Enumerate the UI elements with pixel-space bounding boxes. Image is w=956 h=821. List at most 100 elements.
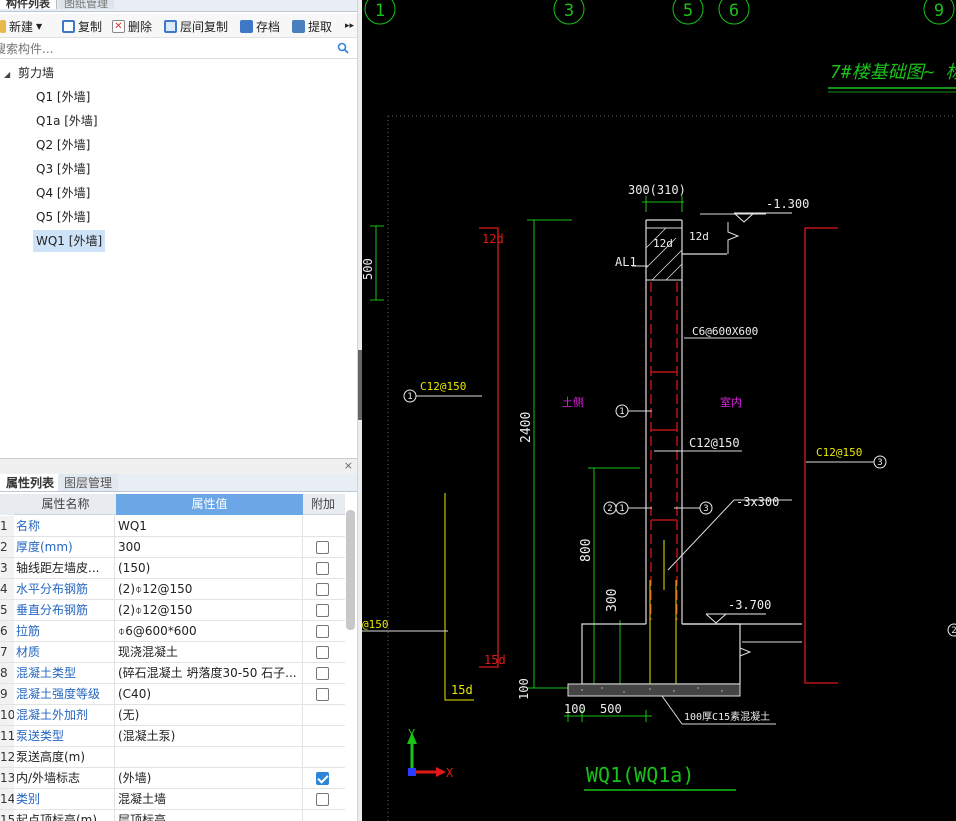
property-value[interactable]: (无)	[118, 705, 303, 725]
property-value[interactable]: (C40)	[118, 684, 303, 704]
extra-checkbox[interactable]	[316, 562, 329, 575]
property-name: 厚度(mm)	[16, 537, 115, 557]
beam-label: AL1	[615, 255, 637, 269]
property-name: 轴线距左墙皮...	[16, 558, 115, 578]
new-button[interactable]: 新建 ▼	[0, 17, 42, 35]
property-name: 材质	[16, 642, 115, 662]
cad-drawing[interactable]: 1 3 5 6 9 7#楼基础图~ 标高-1.3 500 12d 15d 15d…	[362, 0, 956, 821]
property-value[interactable]: (碎石混凝土 坍落度30-50 石子...	[118, 663, 303, 683]
cad-canvas[interactable]: 1 3 5 6 9 7#楼基础图~ 标高-1.3 500 12d 15d 15d…	[362, 0, 956, 821]
property-value[interactable]: 混凝土墙	[118, 789, 303, 809]
row-number: 4	[0, 579, 14, 599]
layer-copy-button[interactable]: 层间复制	[164, 17, 228, 35]
callout-left-1: 1	[407, 392, 412, 402]
property-name: 拉筋	[16, 621, 115, 641]
extra-checkbox[interactable]	[316, 772, 329, 785]
property-row[interactable]: 13 内/外墙标志 (外墙)	[0, 768, 345, 789]
tree-item[interactable]: Q4 [外墙]	[36, 182, 90, 204]
extra-checkbox[interactable]	[316, 793, 329, 806]
property-row[interactable]: 7 材质 现浇混凝土	[0, 642, 345, 663]
property-table-header: 属性名称 属性值 附加	[0, 494, 345, 515]
property-value[interactable]: (2)⌽12@150	[118, 579, 303, 599]
extra-checkbox[interactable]	[316, 625, 329, 638]
property-row[interactable]: 5 垂直分布钢筋 (2)⌽12@150	[0, 600, 345, 621]
collapse-icon[interactable]: ◢	[4, 70, 10, 79]
save-icon	[240, 19, 253, 33]
copy-icon	[62, 19, 75, 33]
tree-item-selected[interactable]: WQ1 [外墙]	[33, 230, 106, 252]
property-value[interactable]: (混凝土泵)	[118, 726, 303, 746]
header-name: 属性名称	[41, 497, 90, 511]
extra-checkbox[interactable]	[316, 646, 329, 659]
delete-button[interactable]: ✕ 删除	[112, 17, 152, 35]
tree-item[interactable]: Q1 [外墙]	[36, 86, 90, 108]
row-number: 14	[0, 789, 14, 809]
property-name: 类别	[16, 789, 115, 809]
property-extra	[304, 726, 342, 746]
header-value: 属性值	[116, 494, 303, 515]
property-row[interactable]: 3 轴线距左墙皮... (150)	[0, 558, 345, 579]
left-rebar-label: C12@150	[420, 380, 466, 393]
property-extra	[304, 642, 342, 662]
tree-item[interactable]: Q5 [外墙]	[36, 206, 90, 228]
property-scrollbar[interactable]	[346, 510, 355, 630]
property-row[interactable]: 6 拉筋 ⌽6@600*600	[0, 621, 345, 642]
property-value[interactable]	[118, 747, 303, 767]
tab-layer-management[interactable]: 图层管理	[58, 474, 119, 491]
property-row[interactable]: 12 泵送高度(m)	[0, 747, 345, 768]
property-value[interactable]: WQ1	[118, 516, 303, 536]
save-archive-button[interactable]: 存档	[240, 17, 280, 35]
tab-component-list[interactable]: 构件列表	[0, 0, 57, 10]
property-value[interactable]: (外墙)	[118, 768, 303, 788]
property-row[interactable]: 15 起点顶标高(m) 层顶标高	[0, 810, 345, 821]
property-row[interactable]: 14 类别 混凝土墙	[0, 789, 345, 810]
property-value[interactable]: ⌽6@600*600	[118, 621, 303, 641]
left-edge-rebar-label: @150	[362, 618, 389, 631]
extra-checkbox[interactable]	[316, 583, 329, 596]
callout-1b: 1	[619, 504, 624, 514]
drawing-title: 7#楼基础图~ 标高-1.3	[830, 62, 956, 83]
property-row[interactable]: 11 泵送类型 (混凝土泵)	[0, 726, 345, 747]
property-value[interactable]: 300	[118, 537, 303, 557]
copy-button[interactable]: 复制	[62, 17, 102, 35]
lap-15d-yellow: 15d	[451, 683, 473, 697]
property-name: 起点顶标高(m)	[16, 810, 115, 821]
property-value[interactable]: (150)	[118, 558, 303, 578]
anchor-12d-left: 12d	[482, 232, 504, 246]
row-number: 8	[0, 663, 14, 683]
property-row[interactable]: 10 混凝土外加剂 (无)	[0, 705, 345, 726]
property-extra	[304, 600, 342, 620]
callout-right-3: 3	[877, 458, 882, 468]
waterstop-label: -3x300	[736, 495, 779, 509]
property-row[interactable]: 9 混凝土强度等级 (C40)	[0, 684, 345, 705]
close-icon[interactable]: ×	[344, 459, 353, 472]
extra-checkbox[interactable]	[316, 541, 329, 554]
property-value[interactable]: 层顶标高	[118, 810, 303, 821]
toolbar-overflow-button[interactable]: ▸▸	[345, 17, 354, 35]
tree-root-shear-wall[interactable]: ◢ 剪力墙	[4, 62, 54, 84]
property-value[interactable]: (2)⌽12@150	[118, 600, 303, 620]
property-row[interactable]: 2 厚度(mm) 300	[0, 537, 345, 558]
extract-button[interactable]: 提取	[292, 17, 332, 35]
tree-item[interactable]: Q2 [外墙]	[36, 134, 90, 156]
property-name: 内/外墙标志	[16, 768, 115, 788]
property-row[interactable]: 4 水平分布钢筋 (2)⌽12@150	[0, 579, 345, 600]
extra-checkbox[interactable]	[316, 667, 329, 680]
tree-item[interactable]: Q1a [外墙]	[36, 110, 98, 132]
tree-item[interactable]: Q3 [外墙]	[36, 158, 90, 180]
concrete-bed-label: 100厚C15素混凝土	[684, 710, 770, 723]
search-icon[interactable]	[337, 42, 349, 54]
property-row[interactable]: 8 混凝土类型 (碎石混凝土 坍落度30-50 石子...	[0, 663, 345, 684]
property-extra	[304, 810, 342, 821]
property-name: 名称	[16, 516, 115, 536]
tab-drawing-management[interactable]: 图纸管理	[58, 0, 114, 10]
search-input[interactable]	[0, 39, 324, 58]
extra-checkbox[interactable]	[316, 688, 329, 701]
tab-property-list[interactable]: 属性列表	[0, 474, 62, 491]
component-tabbar: 构件列表 图纸管理	[0, 0, 357, 12]
property-value[interactable]: 现浇混凝土	[118, 642, 303, 662]
extra-checkbox[interactable]	[316, 604, 329, 617]
property-row[interactable]: 1 名称 WQ1	[0, 516, 345, 537]
extract-icon	[292, 19, 305, 33]
axis-label: 5	[683, 1, 693, 21]
